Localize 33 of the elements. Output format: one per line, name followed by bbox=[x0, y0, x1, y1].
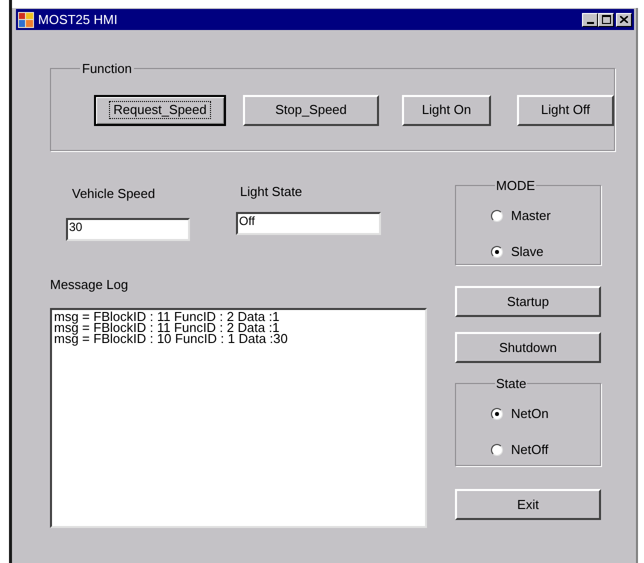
push-button[interactable]: Light On bbox=[402, 94, 491, 126]
radio-option[interactable]: Master bbox=[491, 206, 600, 226]
window-title: MOST25 HMI bbox=[38, 13, 118, 26]
message-log[interactable]: msg = FBlockID : 11 FuncID : 2 Data :1 msg = FBlockID : 11 FuncID : 2 Data :1 msg = FBlockID : 10 FuncID : 1 Data :30 bbox=[50, 308, 427, 528]
radio-button[interactable] bbox=[491, 210, 503, 222]
app-icon bbox=[18, 12, 34, 28]
push-button[interactable]: Exit bbox=[455, 489, 601, 520]
group-label: MODE bbox=[495, 177, 536, 195]
group-label: State bbox=[495, 375, 528, 393]
close-icon bbox=[620, 16, 628, 23]
minimize-button[interactable] bbox=[582, 12, 598, 26]
push-button[interactable]: Request_Speed bbox=[94, 94, 226, 126]
minimize-icon bbox=[586, 22, 594, 24]
radio-option[interactable]: NetOff bbox=[491, 440, 600, 460]
push-button[interactable]: Light Off bbox=[517, 94, 614, 126]
radio-option[interactable]: NetOn bbox=[491, 404, 600, 424]
text-field[interactable]: 30 bbox=[66, 218, 190, 240]
maximize-button[interactable] bbox=[598, 12, 614, 26]
text-field[interactable]: Off bbox=[236, 212, 381, 234]
push-button[interactable]: Startup bbox=[455, 286, 601, 317]
log-line: msg = FBlockID : 11 FuncID : 2 Data :1 bbox=[54, 311, 281, 322]
log-label: Message Log bbox=[50, 276, 130, 294]
close-button[interactable] bbox=[616, 12, 632, 26]
field-label: Vehicle Speed bbox=[72, 185, 156, 203]
radio-option[interactable]: Slave bbox=[491, 242, 600, 262]
push-button[interactable]: Stop_Speed bbox=[243, 94, 379, 126]
push-button[interactable]: Shutdown bbox=[455, 332, 601, 363]
radio-button[interactable] bbox=[491, 444, 503, 456]
group-label: Function bbox=[81, 60, 133, 78]
radio-button[interactable] bbox=[491, 408, 503, 420]
field-label: Light State bbox=[240, 183, 304, 201]
maximize-icon bbox=[602, 15, 610, 24]
radio-button[interactable] bbox=[491, 246, 503, 258]
